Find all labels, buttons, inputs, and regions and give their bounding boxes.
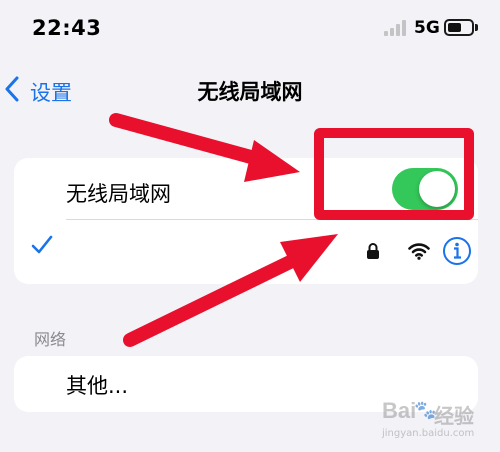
arrow-icon — [109, 113, 300, 182]
watermark-brand: 经验 — [434, 404, 474, 428]
watermark-logo: Bai — [382, 398, 417, 423]
watermark-domain: jingyan.baidu.com — [382, 428, 475, 439]
arrow-icon — [123, 234, 338, 347]
watermark: Bai 🐾 经验 jingyan.baidu.com — [352, 398, 498, 450]
annotation-arrows — [109, 113, 338, 347]
